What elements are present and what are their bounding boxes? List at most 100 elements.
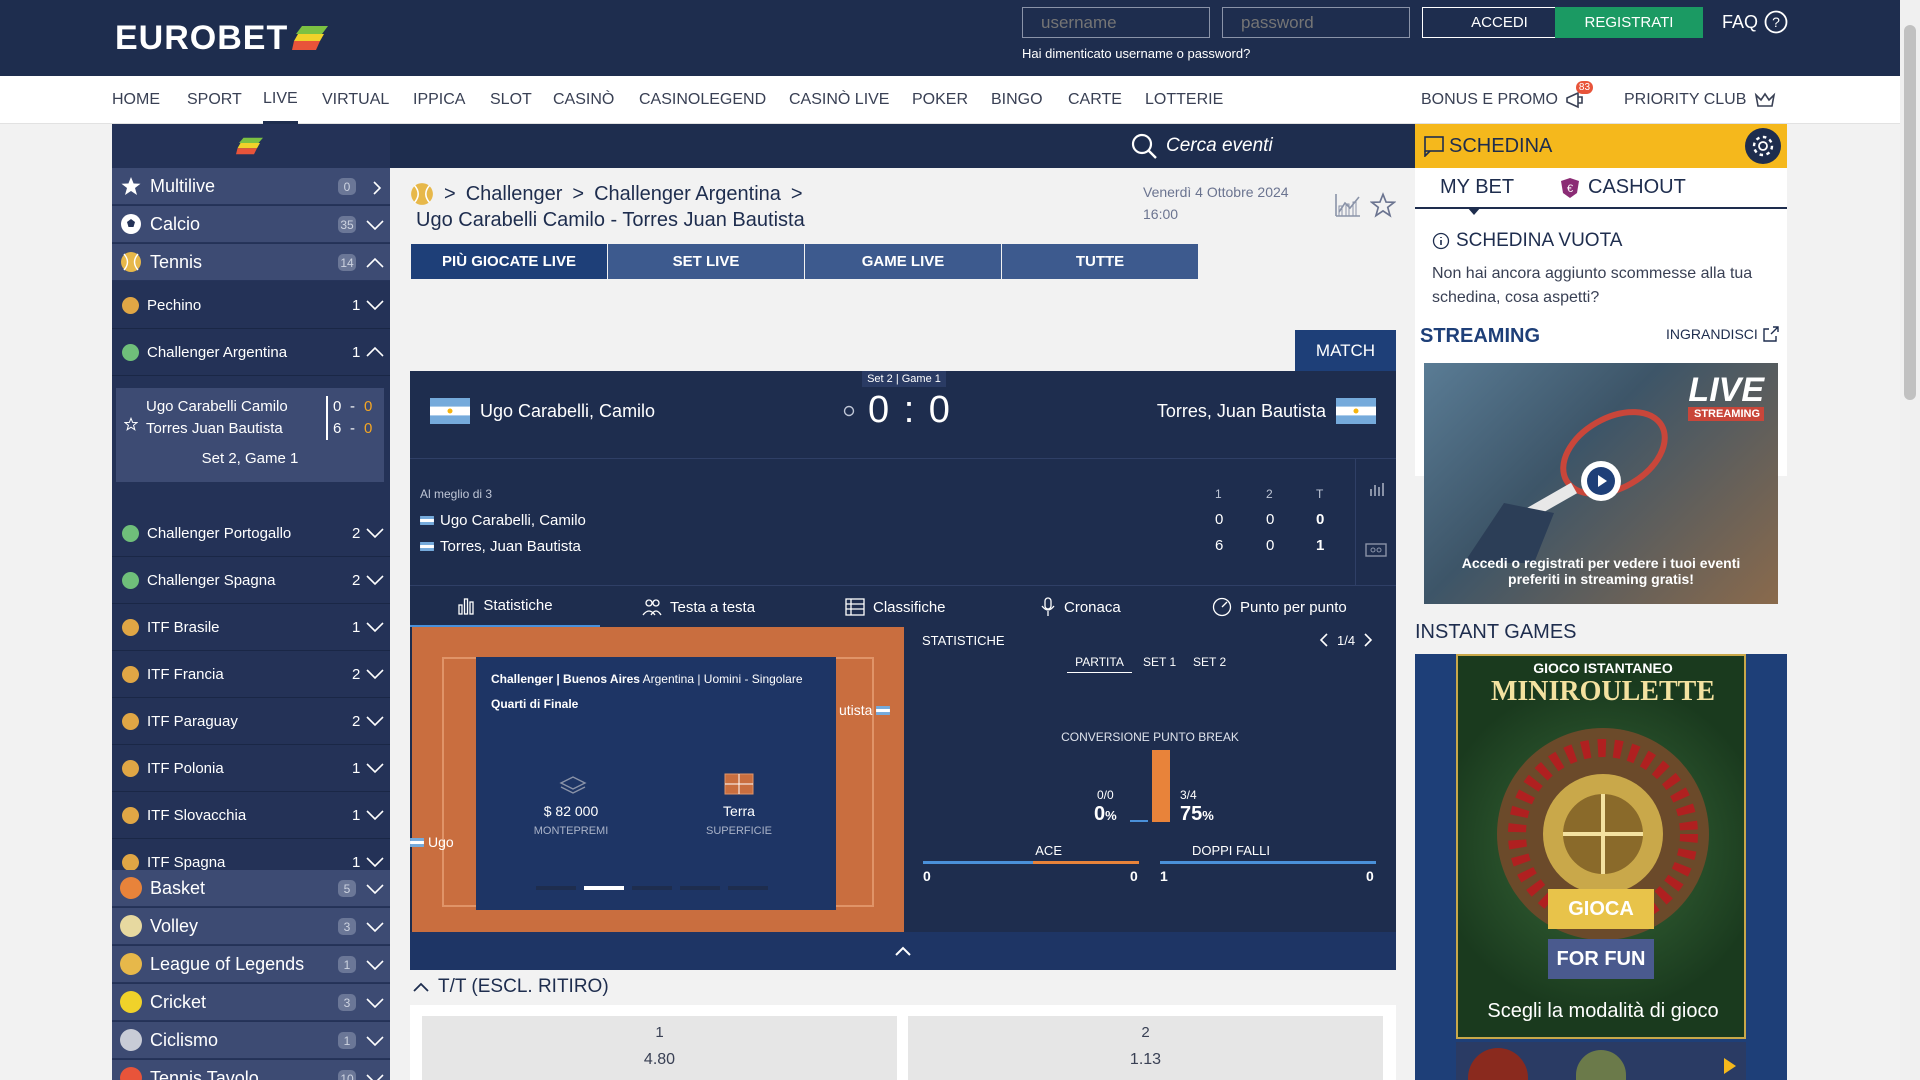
eurobet-logo[interactable]: EUROBET xyxy=(115,18,332,58)
tab-my-bet[interactable]: MY BET xyxy=(1440,176,1514,199)
sidebar-sport[interactable]: Volley 3 xyxy=(112,908,390,945)
tab-cronaca[interactable]: Cronaca xyxy=(1040,586,1121,628)
carousel-dot[interactable] xyxy=(584,886,624,890)
carousel-dots[interactable] xyxy=(536,886,768,890)
play-button[interactable] xyxy=(1581,461,1621,501)
sidebar-competition[interactable]: ITF Brasile 1 xyxy=(112,604,390,651)
bar-chart-icon[interactable] xyxy=(1368,481,1384,497)
breadcrumb-challenger[interactable]: Challenger xyxy=(466,183,563,206)
nav-priority-club[interactable]: PRIORITY CLUB xyxy=(1624,76,1776,124)
game-thumb[interactable] xyxy=(1468,1048,1528,1080)
carousel-next-icon[interactable] xyxy=(1722,1056,1738,1076)
enlarge-link[interactable]: INGRANDISCI xyxy=(1666,326,1779,342)
login-button[interactable]: ACCEDI xyxy=(1422,7,1577,38)
sidebar-live-event[interactable]: Ugo Carabelli Camilo Torres Juan Bautist… xyxy=(116,388,384,482)
tab-cashout[interactable]: € CASHOUT xyxy=(1560,176,1686,199)
register-button[interactable]: REGISTRATI xyxy=(1555,7,1703,38)
carousel-dot[interactable] xyxy=(536,886,576,890)
sidebar-sport[interactable]: Basket 5 xyxy=(112,870,390,907)
favorite-star-icon[interactable] xyxy=(1370,192,1396,218)
comp-label: Pechino xyxy=(147,296,202,314)
sidebar-sport[interactable]: Cricket 3 xyxy=(112,984,390,1021)
sidebar-competition[interactable]: ITF Polonia 1 xyxy=(112,745,390,792)
nav-carte[interactable]: CARTE xyxy=(1068,76,1122,124)
sidebar-comp-pechino[interactable]: Pechino 1 xyxy=(112,282,390,329)
nav-slot[interactable]: SLOT xyxy=(490,76,532,124)
sidebar-competition[interactable]: ITF Paraguay 2 xyxy=(112,698,390,745)
miniroulette-card[interactable]: GIOCO ISTANTANEO MINIROULETTE GIOCA FOR … xyxy=(1456,654,1746,1039)
tab-statistiche[interactable]: Statistiche xyxy=(410,586,600,628)
nav-casino-live[interactable]: CASINÒ LIVE xyxy=(789,76,889,124)
sidebar-sport-calcio[interactable]: Calcio 35 xyxy=(112,206,390,243)
odd-button-2[interactable]: 2 1.13 xyxy=(908,1016,1383,1080)
filter-game-live[interactable]: GAME LIVE xyxy=(805,244,1001,279)
stats-tab-partita[interactable]: PARTITA xyxy=(1067,655,1132,673)
betslip-settings[interactable] xyxy=(1745,128,1781,164)
password-input[interactable] xyxy=(1222,7,1410,38)
tab-testa-a-testa[interactable]: Testa a testa xyxy=(642,586,755,628)
game-thumb[interactable] xyxy=(1576,1050,1626,1080)
play-for-fun-button[interactable]: FOR FUN xyxy=(1548,939,1654,979)
sidebar-competition[interactable]: Challenger Spagna 2 xyxy=(112,557,390,604)
tab-classifiche[interactable]: Classifiche xyxy=(845,586,946,628)
nav-sport[interactable]: SPORT xyxy=(187,76,242,124)
stats-tab-set1[interactable]: SET 1 xyxy=(1143,655,1176,669)
nav-live[interactable]: LIVE xyxy=(263,76,298,124)
nav-ippica[interactable]: IPPICA xyxy=(413,76,465,124)
odd-button-1[interactable]: 1 4.80 xyxy=(422,1016,897,1080)
cashout-label: CASHOUT xyxy=(1588,176,1686,198)
sidebar-competition[interactable]: ITF Slovacchia 1 xyxy=(112,792,390,839)
sidebar-sport[interactable]: League of Legends 1 xyxy=(112,946,390,983)
chevron-down-icon xyxy=(366,1036,384,1047)
gamepad-icon xyxy=(120,953,142,975)
odd-label: 2 xyxy=(1141,1024,1150,1041)
market-header[interactable]: T/T (ESCL. RITIRO) xyxy=(412,976,609,998)
sidebar-competition[interactable]: ITF Francia 2 xyxy=(112,651,390,698)
username-input[interactable] xyxy=(1022,7,1210,38)
comp-count: 2 xyxy=(352,666,361,683)
carousel-dot[interactable] xyxy=(680,886,720,890)
nav-bonus-promo[interactable]: BONUS E PROMO 83 xyxy=(1421,76,1594,124)
carousel-dot[interactable] xyxy=(728,886,768,890)
filter-tutte[interactable]: TUTTE xyxy=(1002,244,1198,279)
score-row-home: Ugo Carabelli, Camilo xyxy=(420,512,586,529)
nav-bingo[interactable]: BINGO xyxy=(991,76,1043,124)
breadcrumb-challenger-argentina[interactable]: Challenger Argentina xyxy=(594,183,781,206)
stats-tab-set2[interactable]: SET 2 xyxy=(1193,655,1226,669)
scoreboard-icon[interactable] xyxy=(1365,543,1387,557)
sidebar-competition[interactable]: Challenger Portogallo 2 xyxy=(112,510,390,557)
filter-piu-giocate-live[interactable]: PIÙ GIOCATE LIVE xyxy=(411,244,607,279)
row-player: Ugo Carabelli, Camilo xyxy=(440,512,586,529)
scrollbar-thumb[interactable] xyxy=(1904,25,1916,400)
sidebar-sport[interactable]: Ciclismo 1 xyxy=(112,1022,390,1059)
sidebar-sport-tennis[interactable]: Tennis 14 xyxy=(112,244,390,281)
play-game-button[interactable]: GIOCA xyxy=(1548,889,1654,929)
nav-poker[interactable]: POKER xyxy=(912,76,968,124)
nav-casinolegend[interactable]: CASINOLEGEND xyxy=(639,76,766,124)
nav-home[interactable]: HOME xyxy=(112,76,160,124)
sidebar-comp-challenger-argentina[interactable]: Challenger Argentina 1 xyxy=(112,329,390,376)
page-scrollbar[interactable] xyxy=(1900,0,1920,1080)
streaming-player[interactable]: LIVE STREAMING Accedi o registrati per v… xyxy=(1424,363,1778,604)
chevron-right-icon[interactable] xyxy=(1362,633,1374,647)
comp-count: 1 xyxy=(352,297,361,314)
match-tab[interactable]: MATCH xyxy=(1295,330,1396,371)
sidebar-sport-multilive[interactable]: Multilive 0 xyxy=(112,168,390,205)
sidebar-sport[interactable]: Tennis Tavolo 10 xyxy=(112,1060,390,1080)
search-events[interactable]: Cerca eventi xyxy=(1130,132,1273,160)
chevron-down-icon xyxy=(366,528,384,539)
stats-chart-icon[interactable] xyxy=(1334,192,1362,218)
filter-set-live[interactable]: SET LIVE xyxy=(608,244,804,279)
forgot-credentials-link[interactable]: Hai dimenticato username o password? xyxy=(1022,46,1250,61)
game-carousel[interactable] xyxy=(1456,1042,1746,1080)
chevron-left-icon[interactable] xyxy=(1318,633,1330,647)
tab-punto-per-punto[interactable]: Punto per punto xyxy=(1212,586,1347,628)
nav-lotterie[interactable]: LOTTERIE xyxy=(1145,76,1223,124)
star-outline-icon[interactable] xyxy=(124,417,138,431)
nav-casino[interactable]: CASINÒ xyxy=(553,76,614,124)
carousel-dot[interactable] xyxy=(632,886,672,890)
cycling-icon xyxy=(120,1029,142,1051)
faq-link[interactable]: FAQ ? xyxy=(1722,10,1788,34)
nav-virtual[interactable]: VIRTUAL xyxy=(322,76,389,124)
collapse-panel[interactable] xyxy=(410,932,1396,970)
